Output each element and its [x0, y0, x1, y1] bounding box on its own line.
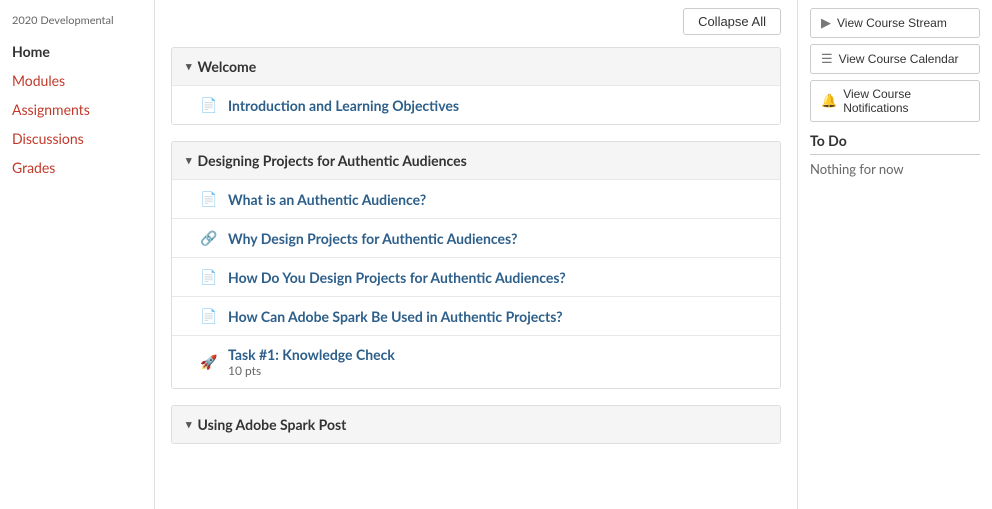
- item-title-link[interactable]: What is an Authentic Audience?: [228, 191, 426, 208]
- sidebar-item-modules[interactable]: Modules: [0, 66, 154, 95]
- rocket-icon: 🚀: [200, 353, 218, 371]
- module-item: 🔗 Why Design Projects for Authentic Audie…: [172, 218, 780, 257]
- module-section-welcome: ▾ Welcome 📄 Introduction and Learning Objec…: [171, 47, 781, 125]
- item-title-link[interactable]: How Can Adobe Spark Be Used in Authentic…: [228, 308, 563, 325]
- module-arrow-icon: ▾: [186, 60, 192, 73]
- notifications-label: View Course Notifications: [843, 87, 969, 115]
- todo-empty: Nothing for now: [810, 161, 980, 177]
- todo-section: To Do Nothing for now: [810, 132, 980, 177]
- module-section-designing: ▾ Designing Projects for Authentic Audien…: [171, 141, 781, 389]
- module-header-designing[interactable]: ▾ Designing Projects for Authentic Audien…: [172, 142, 780, 179]
- item-title-link[interactable]: Task #1: Knowledge Check: [228, 346, 395, 363]
- right-btn-calendar[interactable]: ☰ View Course Calendar: [810, 44, 980, 74]
- sidebar-nav: HomeModulesAssignmentsDiscussionsGrades: [0, 37, 154, 182]
- module-header-welcome[interactable]: ▾ Welcome: [172, 48, 780, 85]
- stream-icon: ▶: [821, 15, 831, 31]
- module-header-using_adobe[interactable]: ▾ Using Adobe Spark Post: [172, 406, 780, 443]
- module-item: 📄 How Can Adobe Spark Be Used in Authenti…: [172, 296, 780, 335]
- module-title: Designing Projects for Authentic Audienc…: [198, 152, 467, 169]
- calendar-label: View Course Calendar: [839, 52, 959, 66]
- calendar-icon: ☰: [821, 51, 833, 67]
- collapse-all-button[interactable]: Collapse All: [683, 8, 781, 35]
- main-content: Collapse All ▾ Welcome 📄 Introduction and L…: [155, 0, 797, 509]
- course-label: 2020 Developmental: [0, 8, 154, 37]
- item-pts: 10 pts: [228, 363, 395, 378]
- doc-icon: 📄: [200, 190, 218, 208]
- right-sidebar: ▶ View Course Stream ☰ View Course Calendar…: [797, 0, 992, 509]
- sidebar-item-discussions[interactable]: Discussions: [0, 124, 154, 153]
- module-arrow-icon: ▾: [186, 418, 192, 431]
- todo-title: To Do: [810, 132, 980, 155]
- stream-label: View Course Stream: [837, 16, 947, 30]
- right-btn-stream[interactable]: ▶ View Course Stream: [810, 8, 980, 38]
- doc-icon: 📄: [200, 96, 218, 114]
- doc-icon: 📄: [200, 268, 218, 286]
- sidebar-item-home[interactable]: Home: [0, 37, 154, 66]
- module-title: Welcome: [198, 58, 257, 75]
- module-arrow-icon: ▾: [186, 154, 192, 167]
- module-item: 📄 What is an Authentic Audience?: [172, 179, 780, 218]
- item-title-link[interactable]: Why Design Projects for Authentic Audien…: [228, 230, 517, 247]
- link-icon: 🔗: [200, 229, 218, 247]
- right-buttons: ▶ View Course Stream ☰ View Course Calendar…: [810, 8, 980, 122]
- notifications-icon: 🔔: [821, 93, 837, 109]
- right-btn-notifications[interactable]: 🔔 View Course Notifications: [810, 80, 980, 122]
- sidebar-item-grades[interactable]: Grades: [0, 153, 154, 182]
- module-title: Using Adobe Spark Post: [198, 416, 347, 433]
- sidebar: 2020 Developmental HomeModulesAssignment…: [0, 0, 155, 509]
- item-title-link[interactable]: Introduction and Learning Objectives: [228, 97, 459, 114]
- doc-icon: 📄: [200, 307, 218, 325]
- module-item: 📄 How Do You Design Projects for Authenti…: [172, 257, 780, 296]
- module-item: 🚀 Task #1: Knowledge Check10 pts: [172, 335, 780, 388]
- module-item: 📄 Introduction and Learning Objectives: [172, 85, 780, 124]
- item-title-link[interactable]: How Do You Design Projects for Authentic…: [228, 269, 566, 286]
- sidebar-item-assignments[interactable]: Assignments: [0, 95, 154, 124]
- module-section-using_adobe: ▾ Using Adobe Spark Post: [171, 405, 781, 444]
- modules-container: ▾ Welcome 📄 Introduction and Learning Objec…: [171, 47, 781, 444]
- top-bar: Collapse All: [171, 8, 781, 35]
